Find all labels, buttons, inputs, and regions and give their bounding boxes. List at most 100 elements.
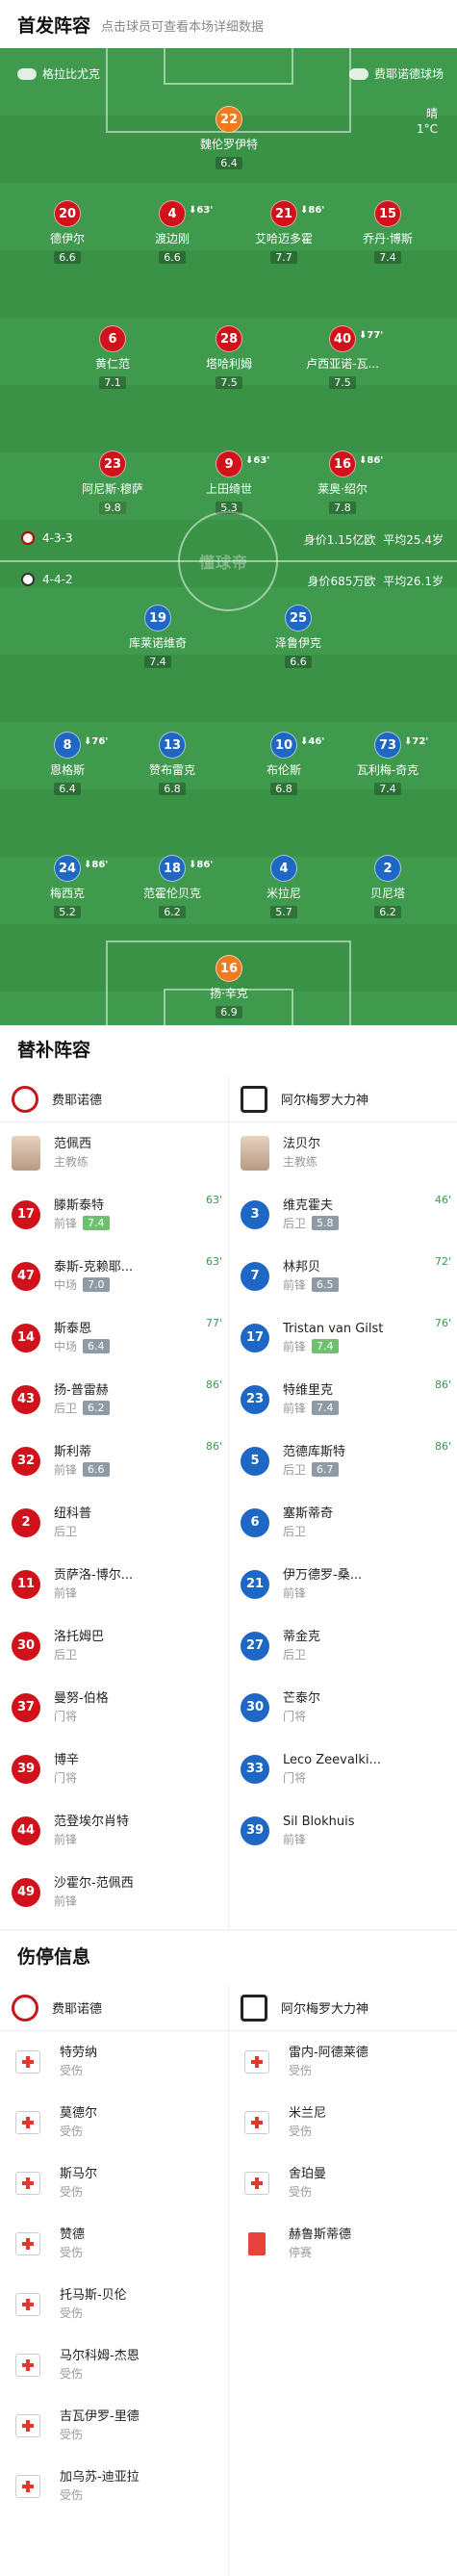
- injury-row[interactable]: 马尔科姆-杰恩 受伤: [0, 2334, 228, 2395]
- player-position: 门将: [54, 1709, 78, 1723]
- injury-row[interactable]: 加乌苏-迪亚拉 受伤: [0, 2456, 228, 2516]
- player-number-badge: 18 ⬇86': [159, 855, 213, 882]
- player-number-badge: 4 ⬇63': [159, 200, 213, 227]
- player-position: 前锋: [54, 1893, 78, 1908]
- injury-status: 受伤: [60, 2063, 84, 2077]
- player-marker[interactable]: 25 泽鲁伊克 6.6: [250, 605, 346, 669]
- injury-status: 受伤: [60, 2124, 84, 2138]
- sub-player-row[interactable]: 17 滕斯泰特 前锋 7.4 63': [0, 1184, 228, 1245]
- sub-on-minute: 63': [205, 1194, 222, 1206]
- player-marker[interactable]: 24 ⬇86' 梅西克 5.2: [19, 855, 115, 919]
- sub-player-row[interactable]: 32 斯利蒂 前锋 6.6 86': [0, 1430, 228, 1491]
- player-name: 赞德: [60, 2227, 86, 2242]
- sub-player-row[interactable]: 30 洛托姆巴 后卫: [0, 1615, 228, 1676]
- home-value: 身价1.15亿欧 平均25.4岁: [303, 533, 444, 547]
- sub-player-row[interactable]: 44 范登埃尔肖特 前锋: [0, 1800, 228, 1861]
- sub-player-row[interactable]: 33 Leco Zeevalki... 门将: [229, 1739, 457, 1799]
- sub-player-row[interactable]: 49 沙霍尔-范佩西 前锋: [0, 1862, 228, 1922]
- substitutes-section: 替补阵容 费耶诺德 范佩西 主教练 17 滕斯泰特 前锋 7.4 63' 47 泰斯…: [0, 1026, 457, 1929]
- player-number-badge: 9 ⬇63': [216, 451, 269, 477]
- home-injury-team-header[interactable]: 费耶诺德: [0, 1985, 228, 2031]
- sub-player-row[interactable]: 7 林邦贝 前锋 6.5 72': [229, 1246, 457, 1306]
- sub-player-row[interactable]: 43 扬-普雷赫 后卫 6.2 86': [0, 1369, 228, 1430]
- player-name: 纽科普: [54, 1506, 92, 1521]
- player-number-badge: 44: [12, 1816, 40, 1845]
- sub-player-row[interactable]: 23 特维里克 前锋 7.4 86': [229, 1369, 457, 1430]
- injury-row[interactable]: 雷内-阿德莱德 受伤: [229, 2031, 457, 2092]
- sub-player-row[interactable]: 39 Sil Blokhuis 前锋: [229, 1800, 457, 1861]
- player-number-badge: 17: [241, 1323, 269, 1352]
- injury-row[interactable]: 托马斯-贝伦 受伤: [0, 2274, 228, 2334]
- player-number-badge: 22: [216, 106, 242, 133]
- player-marker[interactable]: 4 ⬇63' 渡边刚 6.6: [124, 200, 220, 265]
- player-name: 米兰尼: [289, 2105, 327, 2121]
- player-marker[interactable]: 28 塔哈利姆 7.5: [181, 325, 277, 390]
- injury-row[interactable]: 莫德尔 受伤: [0, 2092, 228, 2152]
- injury-row[interactable]: 赞德 受伤: [0, 2213, 228, 2274]
- player-number-badge: 23: [99, 451, 126, 477]
- player-marker[interactable]: 16 扬·辛克 6.9: [181, 955, 277, 1019]
- sub-off-minute: ⬇86': [359, 455, 384, 466]
- sub-player-row[interactable]: 5 范德库斯特 后卫 6.7 86': [229, 1430, 457, 1491]
- sub-player-row[interactable]: 21 伊万德罗-桑... 前锋: [229, 1554, 457, 1614]
- player-marker[interactable]: 6 黄仁范 7.1: [64, 325, 161, 390]
- player-marker[interactable]: 18 ⬇86' 范霍伦贝克 6.2: [124, 855, 220, 919]
- sub-player-row[interactable]: 11 贡萨洛-博尔... 前锋: [0, 1554, 228, 1614]
- player-marker[interactable]: 9 ⬇63' 上田绮世 5.3: [181, 451, 277, 515]
- player-position: 前锋: [54, 1585, 78, 1600]
- rating-badge: 6.5: [312, 1277, 339, 1292]
- injury-row[interactable]: 斯马尔 受伤: [0, 2152, 228, 2213]
- sub-player-row[interactable]: 6 塞斯蒂奇 后卫: [229, 1492, 457, 1553]
- player-marker[interactable]: 2 贝尼塔 6.2: [340, 855, 436, 919]
- player-number-badge: 11: [12, 1569, 40, 1599]
- player-number-badge: 24 ⬇86': [54, 855, 108, 882]
- player-name: 洛托姆巴: [54, 1629, 105, 1644]
- player-number-badge: 30: [241, 1692, 269, 1722]
- sub-player-row[interactable]: 37 曼努-伯格 门将: [0, 1677, 228, 1738]
- sub-on-minute: 77': [205, 1317, 222, 1329]
- player-number-badge: 40 ⬇77': [329, 325, 383, 352]
- player-marker[interactable]: 10 ⬇46' 布伦斯 6.8: [236, 732, 332, 796]
- injury-section: 伤停信息 费耶诺德 特劳纳 受伤 莫德尔 受伤 斯马尔 受伤 赞德 受伤 托马斯…: [0, 1931, 457, 2576]
- player-marker[interactable]: 23 阿尼斯·穆萨 9.8: [64, 451, 161, 515]
- injury-row[interactable]: 特劳纳 受伤: [0, 2031, 228, 2092]
- sub-player-row[interactable]: 30 芒泰尔 门将: [229, 1677, 457, 1738]
- injury-row[interactable]: 米兰尼 受伤: [229, 2092, 457, 2152]
- player-position: 门将: [283, 1709, 307, 1723]
- player-position: 后卫: [283, 1647, 307, 1662]
- injury-row[interactable]: 舍珀曼 受伤: [229, 2152, 457, 2213]
- weather-text: 晴: [425, 107, 438, 120]
- injury-row[interactable]: 赫鲁斯蒂德 停赛: [229, 2213, 457, 2274]
- sub-player-row[interactable]: 3 维克霍夫 后卫 5.8 46': [229, 1184, 457, 1245]
- sub-player-row[interactable]: 27 蒂金克 后卫: [229, 1615, 457, 1676]
- sub-player-row[interactable]: 14 斯泰恩 中场 6.4 77': [0, 1307, 228, 1368]
- home-subs-team-header[interactable]: 费耶诺德: [0, 1076, 228, 1122]
- away-subs-team-header[interactable]: 阿尔梅罗大力神: [229, 1076, 457, 1122]
- player-marker[interactable]: 13 赞布雷克 6.8: [124, 732, 220, 796]
- player-marker[interactable]: 20 德伊尔 6.6: [19, 200, 115, 265]
- player-marker[interactable]: 15 乔丹·博斯 7.4: [340, 200, 436, 265]
- player-marker[interactable]: 22 魏伦罗伊特 6.4: [181, 106, 277, 170]
- player-marker[interactable]: 4 米拉尼 5.7: [236, 855, 332, 919]
- sub-player-row[interactable]: 17 Tristan van Gilst 前锋 7.4 76': [229, 1307, 457, 1368]
- player-number-badge: 32: [12, 1446, 40, 1476]
- coach-row[interactable]: 法贝尔 主教练: [229, 1122, 457, 1183]
- player-marker[interactable]: 40 ⬇77' 卢西亚诺-瓦... 7.5: [294, 325, 391, 390]
- player-position: 后卫: [283, 1216, 307, 1230]
- away-injury-team-header[interactable]: 阿尔梅罗大力神: [229, 1985, 457, 2031]
- medical-kit-icon: [15, 2049, 40, 2074]
- player-number-badge: 39: [241, 1816, 269, 1845]
- coach-row[interactable]: 范佩西 主教练: [0, 1122, 228, 1183]
- player-name: 马尔科姆-杰恩: [60, 2348, 140, 2363]
- home-team-label[interactable]: 格拉比尤克: [17, 65, 100, 82]
- player-marker[interactable]: 21 ⬇86' 艾哈迈多霍 7.7: [236, 200, 332, 265]
- substitutes-title: 替补阵容: [17, 1040, 91, 1061]
- player-marker[interactable]: 16 ⬇86' 莱奥·绍尔 7.8: [294, 451, 391, 515]
- player-marker[interactable]: 19 库莱诺维奇 7.4: [110, 605, 206, 669]
- player-marker[interactable]: 8 ⬇76' 恩格斯 6.4: [19, 732, 115, 796]
- sub-player-row[interactable]: 39 博辛 门将: [0, 1739, 228, 1799]
- player-marker[interactable]: 73 ⬇72' 瓦利梅-奇克 7.4: [340, 732, 436, 796]
- injury-row[interactable]: 吉瓦伊罗-里德 受伤: [0, 2395, 228, 2456]
- sub-player-row[interactable]: 2 纽科普 后卫: [0, 1492, 228, 1553]
- sub-player-row[interactable]: 47 泰斯-克赖耶... 中场 7.0 63': [0, 1246, 228, 1306]
